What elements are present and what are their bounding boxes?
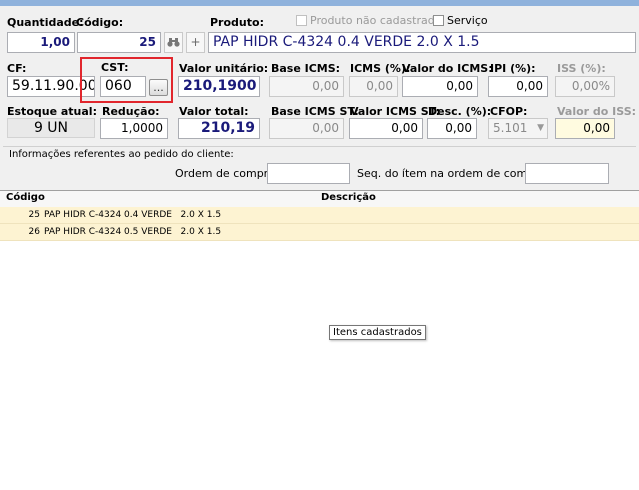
base-icms-st-field: 0,00 bbox=[269, 118, 344, 139]
base-icms-st-label: Base ICMS ST: bbox=[271, 105, 359, 118]
base-icms-label: Base ICMS: bbox=[271, 62, 341, 75]
reducao-label: Redução: bbox=[102, 105, 160, 118]
cfop-label: CFOP: bbox=[490, 105, 528, 118]
row-codigo: 25 bbox=[28, 210, 40, 220]
ipi-field[interactable]: 0,00 bbox=[488, 76, 548, 97]
produto-nao-cadastrado-label: Produto não cadastrado bbox=[310, 14, 442, 27]
valor-icms-label: Valor do ICMS: bbox=[402, 62, 493, 75]
valor-iss-label: Valor do ISS: bbox=[557, 105, 637, 118]
servico-label: Serviço bbox=[447, 14, 488, 27]
iss-field: 0,00% bbox=[555, 76, 615, 97]
iss-label: ISS (%): bbox=[557, 62, 606, 75]
row-codigo: 26 bbox=[28, 227, 40, 237]
quantidade-field[interactable]: 1,00 bbox=[7, 32, 75, 53]
ipi-label: IPI (%): bbox=[490, 62, 536, 75]
produto-label: Produto: bbox=[210, 16, 264, 29]
valor-total-field[interactable]: 210,19 bbox=[178, 118, 260, 139]
desc-label: Desc. (%): bbox=[428, 105, 492, 118]
quantidade-label: Quantidade: bbox=[7, 16, 84, 29]
grid-header: Código Descrição bbox=[0, 191, 639, 208]
valor-total-label: Valor total: bbox=[179, 105, 249, 118]
table-row[interactable]: 25 PAP HIDR C-4324 0.4 VERDE 2.0 X 1.5 bbox=[0, 207, 639, 224]
tooltip: Itens cadastrados bbox=[329, 325, 426, 340]
estoque-field: 9 UN bbox=[7, 118, 95, 138]
col-codigo-header[interactable]: Código bbox=[6, 192, 45, 203]
col-descricao-header[interactable]: Descrição bbox=[321, 192, 376, 203]
codigo-field[interactable]: 25 bbox=[77, 32, 161, 53]
valor-icms-st-label: Valor ICMS ST: bbox=[350, 105, 441, 118]
row-descricao: PAP HIDR C-4324 0.5 VERDE 2.0 X 1.5 bbox=[44, 227, 222, 237]
valor-icms-field[interactable]: 0,00 bbox=[402, 76, 478, 97]
seq-item-field[interactable] bbox=[525, 163, 609, 184]
row-descricao: PAP HIDR C-4324 0.4 VERDE 2.0 X 1.5 bbox=[44, 210, 222, 220]
estoque-label: Estoque atual: bbox=[7, 105, 97, 118]
plus-icon[interactable]: + bbox=[186, 32, 205, 53]
binoculars-icon[interactable] bbox=[164, 32, 183, 53]
produto-nao-cadastrado-checkbox[interactable] bbox=[296, 15, 307, 26]
ordem-compra-label: Ordem de compra: bbox=[175, 167, 279, 180]
valor-unitario-label: Valor unitário: bbox=[179, 62, 269, 75]
reducao-field[interactable]: 1,0000 bbox=[100, 118, 168, 139]
table-row[interactable]: 26 PAP HIDR C-4324 0.5 VERDE 2.0 X 1.5 bbox=[0, 224, 639, 241]
icms-pct-field: 0,00 bbox=[349, 76, 398, 97]
chevron-down-icon: ▼ bbox=[537, 123, 544, 133]
cfop-value: 5.101 bbox=[493, 121, 528, 135]
servico-checkbox[interactable] bbox=[433, 15, 444, 26]
pedido-section-title: Informações referentes ao pedido do clie… bbox=[9, 149, 234, 160]
codigo-label: Código: bbox=[76, 16, 124, 29]
seq-item-label: Seq. do ítem na ordem de compra: bbox=[357, 167, 550, 180]
valor-unitario-field[interactable]: 210,1900 bbox=[178, 76, 260, 97]
section-separator bbox=[3, 146, 636, 147]
desc-field[interactable]: 0,00 bbox=[427, 118, 477, 139]
window-top-bar bbox=[0, 0, 639, 6]
produto-field[interactable]: PAP HIDR C-4324 0.4 VERDE 2.0 X 1.5 bbox=[208, 32, 636, 53]
valor-icms-st-field[interactable]: 0,00 bbox=[349, 118, 423, 139]
cf-label: CF: bbox=[7, 62, 27, 75]
base-icms-field: 0,00 bbox=[269, 76, 344, 97]
valor-iss-field[interactable]: 0,00 bbox=[555, 118, 615, 139]
cfop-select[interactable]: 5.101 ▼ bbox=[488, 118, 548, 139]
ordem-compra-field[interactable] bbox=[267, 163, 350, 184]
cst-highlight-box bbox=[80, 57, 173, 103]
